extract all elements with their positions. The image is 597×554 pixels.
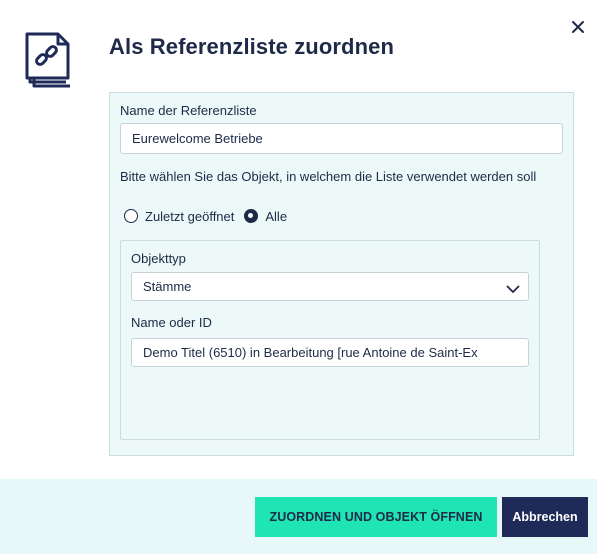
dialog-title: Als Referenzliste zuordnen xyxy=(109,34,394,59)
object-type-select-value: Stämme xyxy=(143,279,192,294)
radio-all-label[interactable]: Alle xyxy=(265,209,287,224)
reference-list-name-label: Name der Referenzliste xyxy=(120,103,257,118)
object-question-text: Bitte wählen Sie das Objekt, in welchem … xyxy=(120,169,537,184)
object-type-label: Objekttyp xyxy=(131,251,186,266)
assign-and-open-button[interactable]: ZUORDNEN UND OBJEKT ÖFFNEN xyxy=(255,497,497,537)
cancel-button[interactable]: Abbrechen xyxy=(502,497,588,537)
radio-all[interactable] xyxy=(244,209,259,223)
reference-list-name-input[interactable]: Eurewelcome Betriebe xyxy=(120,123,563,154)
radio-recently-opened[interactable] xyxy=(124,209,138,223)
chevron-down-icon xyxy=(506,282,520,293)
name-or-id-label: Name oder ID xyxy=(131,315,212,330)
name-or-id-input[interactable]: Demo Titel (6510) in Bearbeitung [rue An… xyxy=(131,338,529,367)
object-type-select[interactable]: Stämme xyxy=(131,272,529,301)
radio-recently-opened-label[interactable]: Zuletzt geöffnet xyxy=(145,209,234,224)
form-panel: Name der Referenzliste Eurewelcome Betri… xyxy=(109,92,574,456)
close-icon[interactable] xyxy=(569,18,587,36)
dialog-footer: ZUORDNEN UND OBJEKT ÖFFNEN Abbrechen xyxy=(0,479,597,554)
object-selection-panel: Objekttyp Stämme Name oder ID Demo Titel… xyxy=(120,240,540,440)
linked-documents-icon xyxy=(22,30,80,94)
object-scope-radio-group: Zuletzt geöffnet Alle xyxy=(124,208,297,224)
assign-reference-list-dialog: Als Referenzliste zuordnen Name der Refe… xyxy=(0,0,597,554)
